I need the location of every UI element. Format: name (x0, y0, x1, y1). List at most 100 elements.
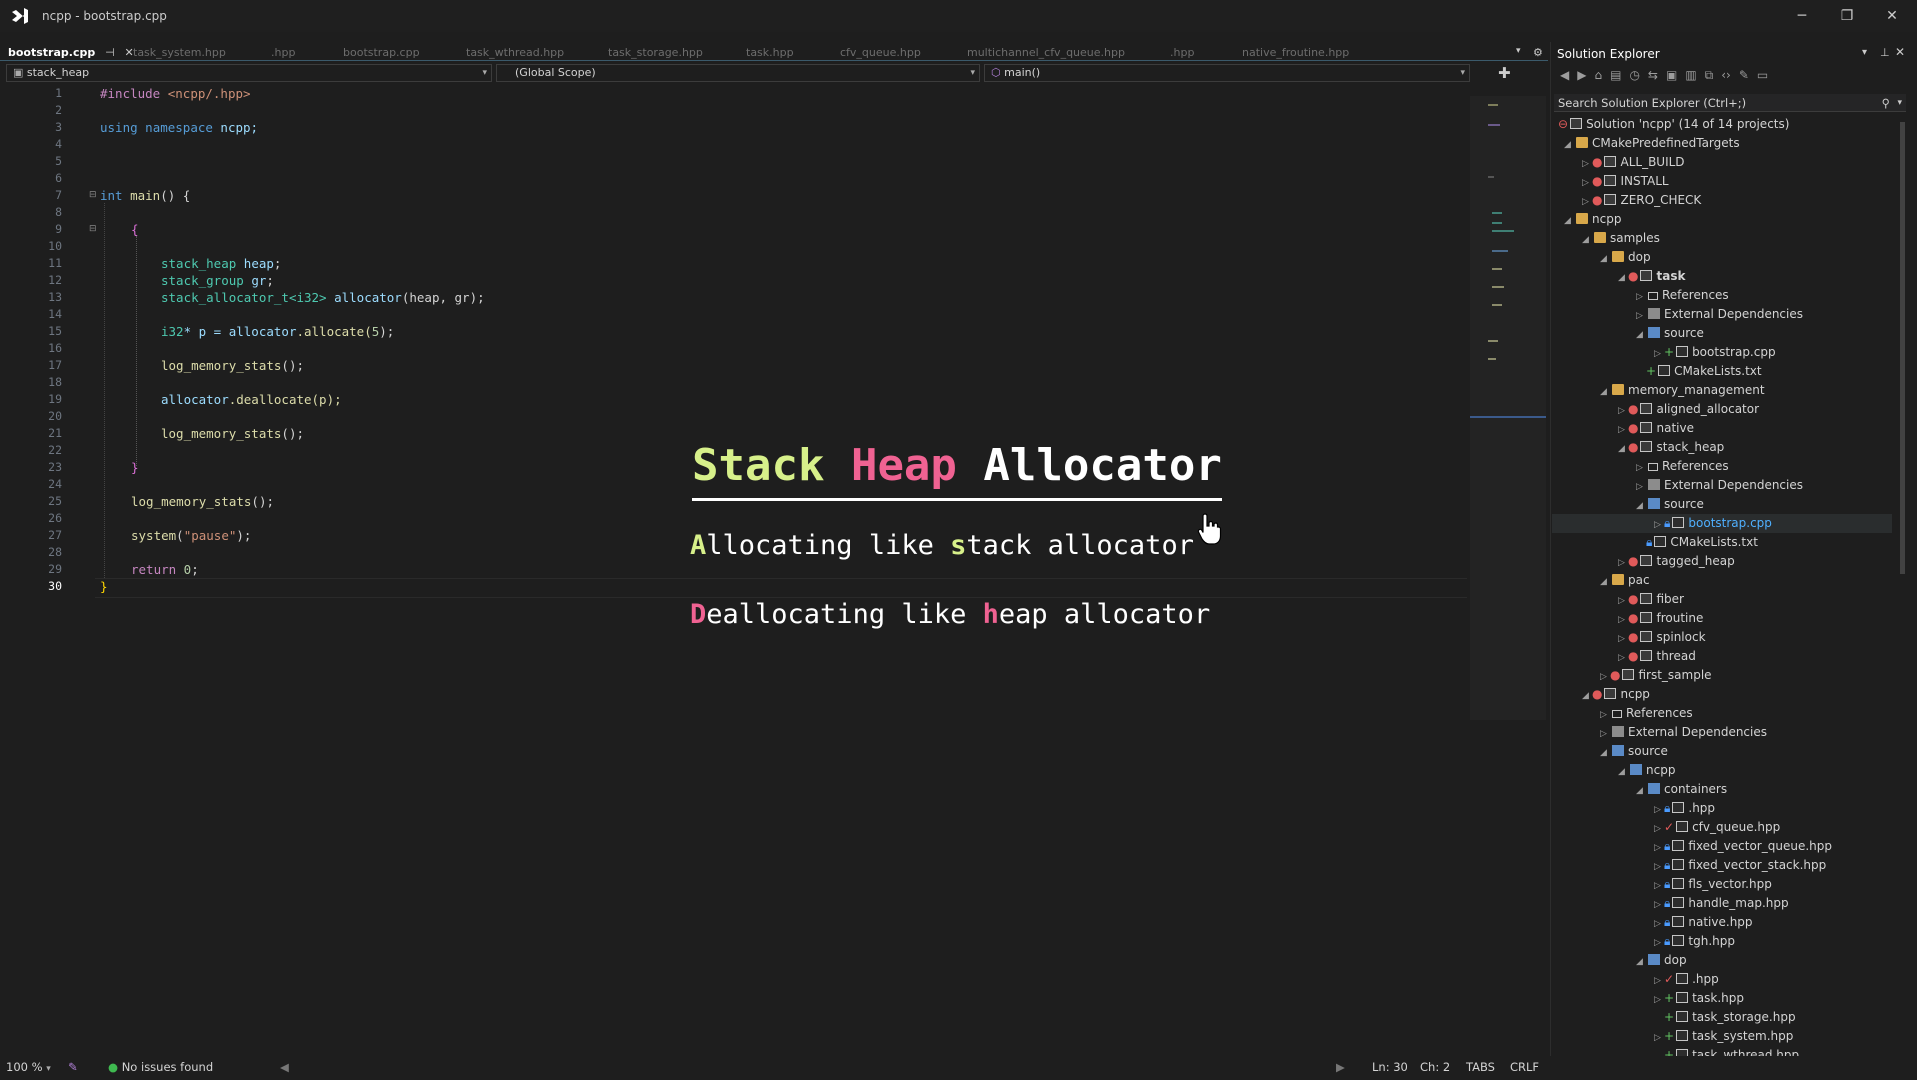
expand-chevron-icon[interactable]: ◢ (1600, 744, 1610, 763)
sync-active-document-icon[interactable]: ⇆ (1648, 68, 1658, 86)
tab-bootstrap-cpp[interactable]: bootstrap.cpp (343, 46, 420, 59)
refresh-icon[interactable]: ▣ (1666, 68, 1677, 86)
expand-chevron-icon[interactable]: ◢ (1564, 136, 1574, 155)
tree-item-stack-heap[interactable]: ◢ ● stack_heap (1618, 438, 1724, 457)
tree-item-native[interactable]: ▷ ● native (1618, 419, 1694, 438)
tree-item-tagged-heap[interactable]: ▷ ● tagged_heap (1618, 552, 1735, 571)
tab-overflow-chevron-icon[interactable]: ▾ (1516, 46, 1521, 56)
collapse-icon[interactable]: ⊟ (89, 224, 97, 234)
expand-chevron-icon[interactable]: ◢ (1636, 953, 1646, 972)
cursor-line[interactable]: Ln: 30 (1372, 1060, 1408, 1074)
tree-item-install[interactable]: ▷ ● INSTALL (1582, 172, 1669, 191)
tree-item-references[interactable]: ▷ References (1636, 286, 1729, 305)
tree-item-task-hpp[interactable]: ▷ + task.hpp (1654, 989, 1744, 1008)
tree-item-aligned-allocator[interactable]: ▷ ● aligned_allocator (1618, 400, 1759, 419)
scroll-right-icon[interactable]: ▶ (1336, 1060, 1345, 1074)
tree-item-hpp[interactable]: ▷ 🔒︎ .hpp (1654, 799, 1715, 818)
tree-item-cmakelists[interactable]: 🔒︎ CMakeLists.txt (1646, 533, 1758, 552)
issues-indicator[interactable]: ● No issues found (108, 1060, 213, 1074)
tab-bootstrap-cpp-active[interactable]: bootstrap.cpp ⊣ ✕ (8, 46, 134, 59)
preview-selected-items-icon[interactable]: ▭ (1757, 68, 1768, 86)
tree-item-fixed-vector-queue-hpp[interactable]: ▷ 🔒︎ fixed_vector_queue.hpp (1654, 837, 1832, 856)
expand-chevron-icon[interactable]: ◢ (1582, 687, 1592, 706)
tree-item-samples[interactable]: ◢ samples (1582, 229, 1660, 248)
tab-task-system-hpp[interactable]: task_system.hpp (133, 46, 226, 59)
tab-hpp-2[interactable]: .hpp (1170, 46, 1194, 59)
visual-studio-logo-icon[interactable] (10, 6, 30, 26)
pending-changes-filter-icon[interactable]: ◷ (1629, 68, 1639, 86)
tree-item-fls-vector-hpp[interactable]: ▷ 🔒︎ fls_vector.hpp (1654, 875, 1772, 894)
solution-explorer-scrollbar[interactable] (1900, 122, 1905, 574)
show-all-files-icon[interactable]: ⧉ (1705, 68, 1714, 86)
close-panel-icon[interactable]: ✕ (1895, 45, 1905, 59)
indentation-mode[interactable]: TABS (1466, 1060, 1495, 1074)
expand-chevron-icon[interactable]: ◢ (1618, 269, 1628, 288)
expand-chevron-icon[interactable]: ◢ (1618, 763, 1628, 782)
code-editor[interactable]: 1 2 3 4 5 6 7 8 9 10 11 12 13 14 15 16 1… (0, 86, 1470, 1056)
scroll-left-icon[interactable]: ◀ (280, 1060, 289, 1074)
tree-item-zero-check[interactable]: ▷ ● ZERO_CHECK (1582, 191, 1701, 210)
tree-item-ncpp-folder[interactable]: ◢ ncpp (1564, 210, 1621, 229)
tree-item-external-dependencies[interactable]: ▷ External Dependencies (1600, 723, 1767, 742)
tree-item-thread[interactable]: ▷ ● thread (1618, 647, 1696, 666)
intellicode-icon[interactable]: ✎ (68, 1060, 78, 1074)
member-dropdown[interactable]: ⬡ main() ▾ (984, 64, 1470, 82)
expand-chevron-icon[interactable]: ◢ (1636, 782, 1646, 801)
tree-item-task[interactable]: ◢ ● task (1618, 267, 1685, 286)
home-icon[interactable]: ⌂ (1594, 68, 1602, 86)
close-window-button[interactable]: ✕ (1872, 4, 1912, 28)
solution-explorer-search-input[interactable]: Search Solution Explorer (Ctrl+;) ⚲ ▾ (1554, 94, 1906, 112)
restore-button[interactable]: ❐ (1827, 4, 1867, 28)
tree-item-references[interactable]: ▷ References (1600, 704, 1693, 723)
tree-item-fiber[interactable]: ▷ ● fiber (1618, 590, 1684, 609)
tree-item-source[interactable]: ◢ source (1636, 495, 1704, 514)
expand-chevron-icon[interactable]: ◢ (1600, 250, 1610, 269)
collapse-all-icon[interactable]: ▥ (1685, 68, 1696, 86)
tree-item-external-dependencies[interactable]: ▷ External Dependencies (1636, 305, 1803, 324)
tree-item-ncpp-source[interactable]: ◢ ncpp (1618, 761, 1675, 780)
collapse-icon[interactable]: ⊟ (89, 190, 97, 200)
tree-item-hpp[interactable]: ▷ ✓ .hpp (1654, 970, 1719, 989)
tree-item-cmakepredefinedtargets[interactable]: ◢ CMakePredefinedTargets (1564, 134, 1740, 153)
tree-item-tgh-hpp[interactable]: ▷ 🔒︎ tgh.hpp (1654, 932, 1735, 951)
expand-chevron-icon[interactable]: ◢ (1618, 440, 1628, 459)
tree-item-bootstrap-cpp-selected[interactable]: ▷ 🔒︎ bootstrap.cpp (1552, 514, 1892, 533)
cursor-column[interactable]: Ch: 2 (1420, 1060, 1450, 1074)
pin-panel-icon[interactable]: ⊥ (1880, 46, 1890, 59)
tab-task-hpp[interactable]: task.hpp (746, 46, 794, 59)
tree-item-cmakelists[interactable]: + CMakeLists.txt (1646, 362, 1762, 381)
back-arrow-icon[interactable]: ◀ (1560, 68, 1569, 86)
tab-task-wthread-hpp[interactable]: task_wthread.hpp (466, 46, 564, 59)
tree-item-references[interactable]: ▷ References (1636, 457, 1729, 476)
tree-item-source[interactable]: ◢ source (1600, 742, 1668, 761)
tree-item-memory-management[interactable]: ◢ memory_management (1600, 381, 1765, 400)
forward-arrow-icon[interactable]: ▶ (1577, 68, 1586, 86)
tree-item-task-system-hpp[interactable]: ▷ + task_system.hpp (1654, 1027, 1793, 1046)
code-view-icon[interactable]: ‹› (1721, 68, 1731, 86)
tab-multichannel-cfv-queue-hpp[interactable]: multichannel_cfv_queue.hpp (967, 46, 1125, 59)
tab-cfv-queue-hpp[interactable]: cfv_queue.hpp (840, 46, 921, 59)
tree-item-all-build[interactable]: ▷ ● ALL_BUILD (1582, 153, 1685, 172)
tree-item-bootstrap-cpp[interactable]: ▷ + bootstrap.cpp (1654, 343, 1776, 362)
expand-chevron-icon[interactable]: ▷ (1654, 1029, 1664, 1048)
switch-views-icon[interactable]: ▤ (1610, 68, 1621, 86)
tab-hpp[interactable]: .hpp (271, 46, 295, 59)
tree-item-dop[interactable]: ◢ dop (1600, 248, 1651, 267)
line-ending-mode[interactable]: CRLF (1510, 1060, 1539, 1074)
tab-native-froutine-hpp[interactable]: native_froutine.hpp (1242, 46, 1349, 59)
pin-icon[interactable]: ⊣ (105, 46, 115, 59)
expand-chevron-icon[interactable]: ▷ (1654, 991, 1664, 1010)
tab-task-storage-hpp[interactable]: task_storage.hpp (608, 46, 703, 59)
tree-item-spinlock[interactable]: ▷ ● spinlock (1618, 628, 1706, 647)
tree-item-first-sample[interactable]: ▷ ● first_sample (1600, 666, 1712, 685)
tree-item-fixed-vector-stack-hpp[interactable]: ▷ 🔒︎ fixed_vector_stack.hpp (1654, 856, 1826, 875)
tree-item-ncpp-project[interactable]: ◢ ● ncpp (1582, 685, 1650, 704)
expand-chevron-icon[interactable]: ◢ (1600, 383, 1610, 402)
tree-item-solution[interactable]: ⊖ Solution 'ncpp' (14 of 14 projects) (1558, 115, 1789, 134)
properties-wrench-icon[interactable]: ✎ (1739, 68, 1749, 86)
tree-item-dop-source[interactable]: ◢ dop (1636, 951, 1687, 970)
scope-dropdown[interactable]: (Global Scope) ▾ (496, 64, 980, 82)
expand-chevron-icon[interactable]: ◢ (1636, 326, 1646, 345)
expand-chevron-icon[interactable]: ◢ (1600, 573, 1610, 592)
tree-item-handle-map-hpp[interactable]: ▷ 🔒︎ handle_map.hpp (1654, 894, 1789, 913)
